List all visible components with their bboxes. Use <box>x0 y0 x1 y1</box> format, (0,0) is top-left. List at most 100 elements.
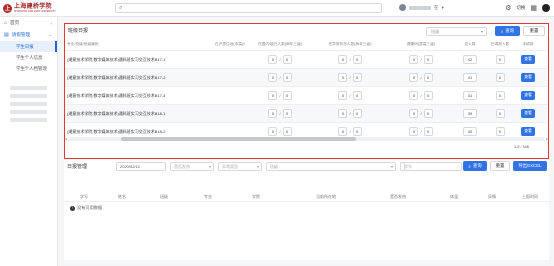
total-count: 41 <box>463 91 477 100</box>
horizontal-scrollbar[interactable]: ◂ ▸ <box>65 136 548 141</box>
abroad-pair: 0/0 <box>315 127 385 136</box>
global-search-input[interactable]: ⌕ <box>115 3 382 13</box>
grid-icon[interactable]: ▦ <box>530 4 537 12</box>
abnormal-type-select[interactable]: 异常类型 ▾ <box>218 162 262 171</box>
filled-count: 0 <box>495 73 505 82</box>
view-button[interactable]: 查看 <box>521 73 535 82</box>
panel-title: 日报管理 <box>67 164 88 170</box>
table-body: (湘意技术学院,数字媒体技术)通科班实习交互技术B17-1 0/0 0/0 0/0 42… <box>65 51 547 141</box>
search-button-label: 查询 <box>505 28 515 33</box>
col-header: 是否发热 <box>390 193 406 199</box>
table-row: (湘意技术学院,数字媒体技术)通科班实习交互技术B18-1 0/0 0/0 0/0 39… <box>65 105 547 123</box>
gear-icon[interactable]: ⚙ <box>505 4 511 12</box>
sidebar-item-redacted[interactable] <box>10 86 47 90</box>
class-name-cell: (湘意技术学院,数字媒体技术)通科班实习交互技术B18-1 <box>67 110 166 116</box>
class-select[interactable]: 班级 ▾ <box>426 27 487 36</box>
search-icon: ⌕ <box>119 5 123 11</box>
count-box: 0 <box>268 109 278 118</box>
scrollbar-thumb[interactable] <box>121 137 356 141</box>
pagination-text: 1-5 / 546 <box>514 145 529 149</box>
sidebar-item-student-info[interactable]: 学生个人信息 <box>0 52 57 63</box>
col-header: 总人数 <box>464 41 476 46</box>
profile-icon[interactable] <box>542 4 550 12</box>
chevron-right-icon: › <box>50 20 53 26</box>
user-name-redacted <box>409 5 431 10</box>
col-header: 在异常状态人数(两年三级) <box>328 41 372 46</box>
domestic-pair: 0/0 <box>245 55 315 64</box>
logo[interactable]: 上 上海建桥学院 SHANGHAI JIAN QIAO UNIVERSITY <box>0 0 58 17</box>
warning-icon: ! <box>70 205 75 211</box>
sidebar-item-student-daily[interactable]: 学生日报 <box>0 41 57 52</box>
abnormal-pair: 0/0 <box>385 127 457 136</box>
abroad-pair: 0/0 <box>315 109 385 118</box>
empty-state-text: 没有可用数据 <box>77 205 103 210</box>
count-box: 0 <box>338 127 348 136</box>
count-box: 0 <box>423 91 433 100</box>
chevron-down-icon: ▾ <box>480 29 483 34</box>
col-header: 学号 <box>80 193 88 199</box>
table-header: 专业/班级/班级编码 在沪居住地(非高)/中(情况)(暂住三级) 在国内/境外人… <box>65 38 547 51</box>
view-button[interactable]: 查看 <box>521 109 535 118</box>
abroad-pair: 0/0 <box>315 73 385 82</box>
chevron-down-icon: ▾ <box>256 164 259 169</box>
folder-icon: ▤ <box>4 32 9 38</box>
export-excel-button[interactable]: 导出EXCEL <box>513 161 547 171</box>
sidebar-item-redacted[interactable] <box>10 110 47 114</box>
sidebar-item-redacted[interactable] <box>10 94 47 98</box>
abnormal-type-placeholder: 异常类型 <box>222 164 238 169</box>
search-button[interactable]: ⌕ 查询 <box>463 161 487 171</box>
chevron-down-icon: ▾ <box>441 4 444 10</box>
view-button[interactable]: 查看 <box>521 55 535 64</box>
table-row: (湘意技术学院,数字媒体技术)通科班实习交互技术B17-4 0/0 0/0 0/0 41… <box>65 87 547 105</box>
sidebar-group-leave[interactable]: ▤ 请假管理 ⌄ <box>0 29 57 41</box>
reset-button[interactable]: 重置 <box>490 161 510 171</box>
table-row: (湘意技术学院,数字媒体技术)通科班实习交互技术B17-2 0/0 0/0 0/0 41… <box>65 69 547 87</box>
class-select-placeholder: 班级 <box>270 164 278 169</box>
sidebar-item-label: 首页 <box>10 20 20 25</box>
count-box: 0 <box>338 109 348 118</box>
class-select[interactable]: 班级 ▾ <box>266 162 396 171</box>
count-box: 0 <box>338 91 348 100</box>
student-no-input[interactable]: 学号 <box>400 162 462 171</box>
switch-label[interactable]: 切换 <box>516 5 525 11</box>
class-daily-panel: 班级日报 班级 ▾ ⌕ 查询 重置 专业/班级/班级编码 在沪居住地(非高)/中… <box>64 23 549 159</box>
domestic-pair: 0/0 <box>245 91 315 100</box>
view-button[interactable]: 查看 <box>521 127 535 136</box>
search-button[interactable]: ⌕ 查询 <box>495 26 520 36</box>
class-select-placeholder: 班级 <box>431 29 440 34</box>
logo-mark: 上 <box>3 3 12 13</box>
user-menu[interactable]: 在 ▾ <box>399 4 444 11</box>
count-box: 0 <box>352 73 362 82</box>
count-box: 0 <box>282 109 292 118</box>
user-suffix: 在 <box>434 4 439 10</box>
col-header: 专业/班级/班级编码 <box>67 41 99 46</box>
search-button-label: 查询 <box>472 163 482 168</box>
count-box: 0 <box>268 55 278 64</box>
class-daily-table: 专业/班级/班级编码 在沪居住地(非高)/中(情况)(暂住三级) 在国内/境外人… <box>65 38 547 141</box>
count-box: 0 <box>423 55 433 64</box>
logo-subtitle: SHANGHAI JIAN QIAO UNIVERSITY <box>14 10 56 13</box>
sidebar-item-redacted[interactable] <box>10 102 47 106</box>
chevron-left-icon[interactable]: ◂ <box>65 136 67 141</box>
chevron-down-icon: ▾ <box>390 164 393 169</box>
filled-count: 0 <box>495 127 505 136</box>
sidebar-item-home[interactable]: ⌂ 首页 › <box>0 17 57 29</box>
empty-state: ! 没有可用数据 <box>70 205 102 211</box>
date-picker[interactable]: 2020/02/12 <box>116 162 166 171</box>
count-box: 0 <box>268 91 278 100</box>
sidebar-item-student-archive[interactable]: 学生个人档管理 <box>0 63 57 74</box>
search-icon: ⌕ <box>500 28 504 34</box>
filled-count: 0 <box>495 109 505 118</box>
reset-button[interactable]: 重置 <box>523 26 545 36</box>
count-box: 0 <box>352 91 362 100</box>
abnormal-pair: 0/0 <box>385 109 457 118</box>
col-header: 本填报 <box>522 41 534 46</box>
class-name-cell: (湘意技术学院,数字媒体技术)通科班实习交互技术B18-2 <box>67 128 166 134</box>
view-button[interactable]: 查看 <box>521 91 535 100</box>
top-right-actions: ⚙ 切换 ▦ <box>505 4 550 12</box>
abnormal-pair: 0/0 <box>385 73 457 82</box>
chevron-right-icon[interactable]: ▸ <box>546 136 548 141</box>
count-box: 0 <box>352 55 362 64</box>
sidebar-item-redacted[interactable] <box>10 118 47 122</box>
fever-select[interactable]: 是否发热 ▾ <box>170 162 214 171</box>
